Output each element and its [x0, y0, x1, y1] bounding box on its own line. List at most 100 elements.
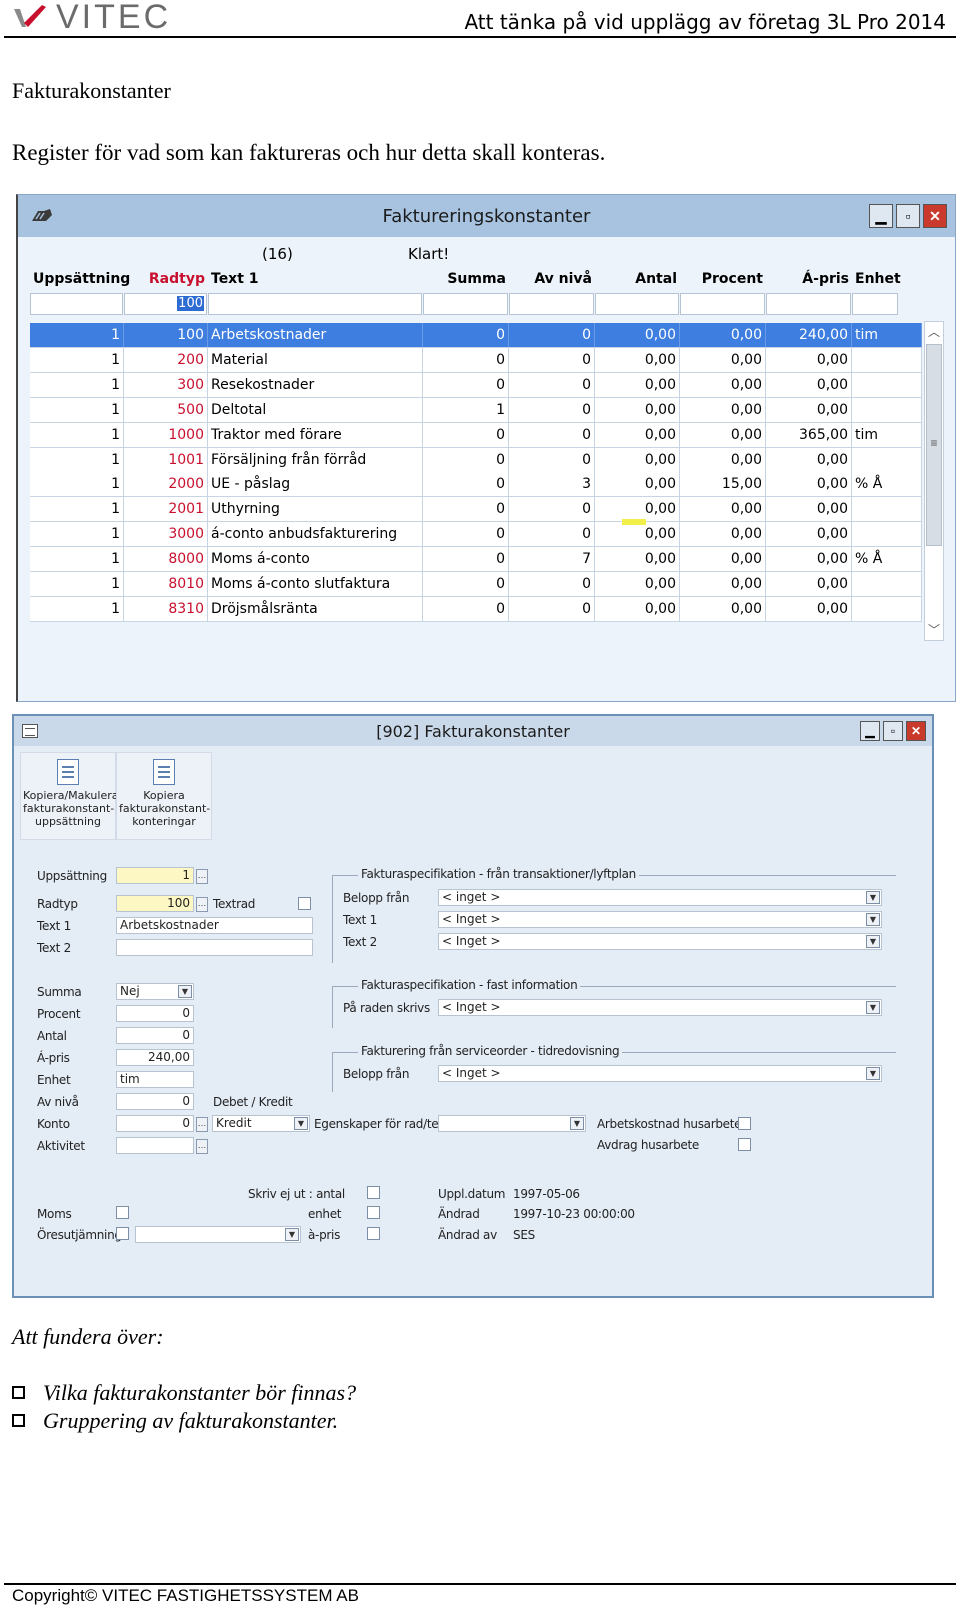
- minimize-button[interactable]: ▁: [860, 721, 880, 741]
- maximize-button[interactable]: ▫: [896, 204, 920, 228]
- filter-procent[interactable]: [680, 293, 765, 315]
- radtyp-lookup-button[interactable]: …: [196, 897, 208, 912]
- copy-delete-set-button[interactable]: Kopiera/Makulera fakturakonstant-uppsätt…: [20, 752, 119, 840]
- filter-enhet[interactable]: [852, 293, 898, 315]
- table-row[interactable]: 1 1000 Traktor med förare 0 0 0,00 0,00 365,00 t…: [30, 422, 922, 448]
- serviceorder-belopp-select[interactable]: < Inget > ▼: [438, 1065, 882, 1082]
- oresutjamning-select[interactable]: ▼: [135, 1226, 301, 1243]
- filter-radtyp[interactable]: 100: [124, 293, 207, 315]
- a-pris-field[interactable]: 240,00: [116, 1049, 194, 1066]
- column-header-text1[interactable]: Text 1: [208, 267, 423, 291]
- pa-raden-skrivs-select[interactable]: < Inget > ▼: [438, 999, 882, 1016]
- uppsattning-field[interactable]: 1: [116, 867, 194, 884]
- column-header-summa[interactable]: Summa: [423, 267, 509, 291]
- table-row[interactable]: 1 500 Deltotal 1 0 0,00 0,00 0,00: [30, 397, 922, 423]
- column-header-procent[interactable]: Procent: [680, 267, 766, 291]
- filter-av-niva[interactable]: [509, 293, 594, 315]
- spec-text2-select[interactable]: < Inget > ▼: [438, 933, 882, 950]
- procent-field[interactable]: 0: [116, 1005, 194, 1022]
- cell-av-niva: 0: [509, 422, 595, 447]
- cell-uppsattning: 1: [30, 397, 124, 422]
- vertical-scrollbar[interactable]: ︿ ≡ ﹀: [924, 321, 944, 641]
- spec-text1-select[interactable]: < Inget > ▼: [438, 911, 882, 928]
- chevron-down-icon[interactable]: ▼: [285, 1228, 299, 1241]
- chevron-down-icon[interactable]: ▼: [294, 1117, 308, 1130]
- skriv-ej-antal-checkbox[interactable]: [367, 1186, 380, 1199]
- cell-antal: 0,00: [595, 347, 680, 372]
- oresutjamning-checkbox[interactable]: [116, 1227, 129, 1240]
- text1-field[interactable]: Arbetskostnader: [116, 917, 313, 934]
- chevron-down-icon[interactable]: ▼: [866, 913, 880, 926]
- chevron-down-icon[interactable]: ▼: [866, 935, 880, 948]
- table-row[interactable]: 1 200 Material 0 0 0,00 0,00 0,00: [30, 347, 922, 373]
- egenskaper-select[interactable]: ▼: [438, 1115, 586, 1132]
- skriv-ej-enhet-checkbox[interactable]: [367, 1206, 380, 1219]
- chevron-down-icon[interactable]: ▼: [866, 891, 880, 904]
- yellow-highlight-mark: [622, 519, 646, 525]
- close-button[interactable]: ✕: [906, 721, 926, 741]
- cell-text1: Resekostnader: [208, 372, 423, 397]
- window-titlebar[interactable]: Faktureringskonstanter ▁ ▫ ✕: [18, 195, 955, 237]
- table-row[interactable]: 1 8010 Moms á-conto slutfaktura 0 0 0,00 0,00 0…: [30, 572, 922, 597]
- aktivitet-field[interactable]: [116, 1137, 194, 1154]
- checkbox-bullet-icon: [12, 1414, 25, 1427]
- belopp-fran-select[interactable]: < inget > ▼: [438, 889, 882, 906]
- maximize-button[interactable]: ▫: [883, 721, 903, 741]
- table-row[interactable]: 1 1001 Försäljning från förråd 0 0 0,00 0,00 0,…: [30, 447, 922, 473]
- filter-summa[interactable]: [423, 293, 508, 315]
- cell-antal: 0,00: [595, 397, 680, 422]
- antal-field[interactable]: 0: [116, 1027, 194, 1044]
- column-header-radtyp[interactable]: Radtyp: [124, 267, 208, 291]
- scroll-down-icon[interactable]: ﹀: [925, 620, 943, 640]
- filter-text1[interactable]: [208, 293, 422, 315]
- spec-text1-value: < Inget >: [442, 912, 501, 926]
- pa-raden-skrivs-label: På raden skrivs: [343, 1001, 430, 1015]
- cell-enhet: [852, 596, 922, 621]
- minimize-button[interactable]: ▁: [869, 204, 893, 228]
- filter-uppsattning[interactable]: [30, 293, 123, 315]
- cell-av-niva: 0: [509, 347, 595, 372]
- enhet-field[interactable]: tim: [116, 1071, 194, 1088]
- column-header-av-niva[interactable]: Av nivå: [509, 267, 595, 291]
- debet-kredit-select[interactable]: Kredit ▼: [212, 1115, 310, 1132]
- cell-enhet: [852, 497, 922, 522]
- arbetskostnad-husarbete-checkbox[interactable]: [738, 1117, 751, 1130]
- chevron-down-icon[interactable]: ▼: [570, 1117, 584, 1130]
- cell-a-pris: 0,00: [766, 572, 852, 596]
- window-titlebar[interactable]: [902] Fakturakonstanter ▁ ▫ ✕: [14, 716, 932, 746]
- summa-select[interactable]: Nej ▼: [116, 983, 194, 1000]
- column-header-a-pris[interactable]: Á-pris: [766, 267, 852, 291]
- moms-checkbox[interactable]: [116, 1206, 129, 1219]
- close-button[interactable]: ✕: [923, 204, 947, 228]
- filter-antal[interactable]: [595, 293, 679, 315]
- av-niva-field[interactable]: 0: [116, 1093, 194, 1110]
- aktivitet-lookup-button[interactable]: …: [196, 1139, 208, 1154]
- column-header-enhet[interactable]: Enhet: [852, 267, 912, 291]
- avdrag-husarbete-checkbox[interactable]: [738, 1138, 751, 1151]
- copy-postings-button[interactable]: Kopiera fakturakonstant-konteringar: [116, 752, 212, 840]
- konto-lookup-button[interactable]: …: [196, 1117, 208, 1132]
- skriv-ej-a-pris-checkbox[interactable]: [367, 1227, 380, 1240]
- bullet-item: Vilka fakturakonstanter bör finnas?: [12, 1380, 356, 1406]
- konto-field[interactable]: 0: [116, 1115, 194, 1132]
- uppsattning-lookup-button[interactable]: …: [196, 869, 208, 884]
- radtyp-field[interactable]: 100: [116, 895, 194, 912]
- text2-field[interactable]: [116, 939, 313, 956]
- column-header-antal[interactable]: Antal: [595, 267, 680, 291]
- column-header-uppsattning[interactable]: Uppsättning: [30, 267, 130, 291]
- table-row[interactable]: 1 2000 UE - påslag 0 3 0,00 15,00 0,00% Å: [30, 472, 922, 498]
- table-row[interactable]: 1 8310 Dröjsmålsränta 0 0 0,00 0,00 0,00: [30, 596, 922, 622]
- cell-text1: Dröjsmålsränta: [208, 596, 423, 621]
- table-row[interactable]: 1 300 Resekostnader 0 0 0,00 0,00 0,00: [30, 372, 922, 398]
- chevron-down-icon[interactable]: ▼: [178, 985, 192, 998]
- chevron-down-icon[interactable]: ▼: [866, 1067, 880, 1080]
- table-row[interactable]: 1 3000 á-conto anbudsfakturering 0 0 0,00 0,00…: [30, 522, 922, 548]
- textrad-checkbox[interactable]: [298, 897, 311, 910]
- table-row[interactable]: 1 2001 Uthyrning 0 0 0,00 0,00 0,00: [30, 497, 922, 523]
- scroll-up-icon[interactable]: ︿: [925, 322, 943, 342]
- vitec-logo: VITEC: [12, 0, 171, 34]
- table-row[interactable]: 1 8000 Moms á-conto 0 7 0,00 0,00 0,00% Å: [30, 547, 922, 573]
- filter-a-pris[interactable]: [766, 293, 851, 315]
- table-row[interactable]: 1 100 Arbetskostnader 0 0 0,00 0,00 240,00 tim: [30, 323, 922, 348]
- chevron-down-icon[interactable]: ▼: [866, 1001, 880, 1014]
